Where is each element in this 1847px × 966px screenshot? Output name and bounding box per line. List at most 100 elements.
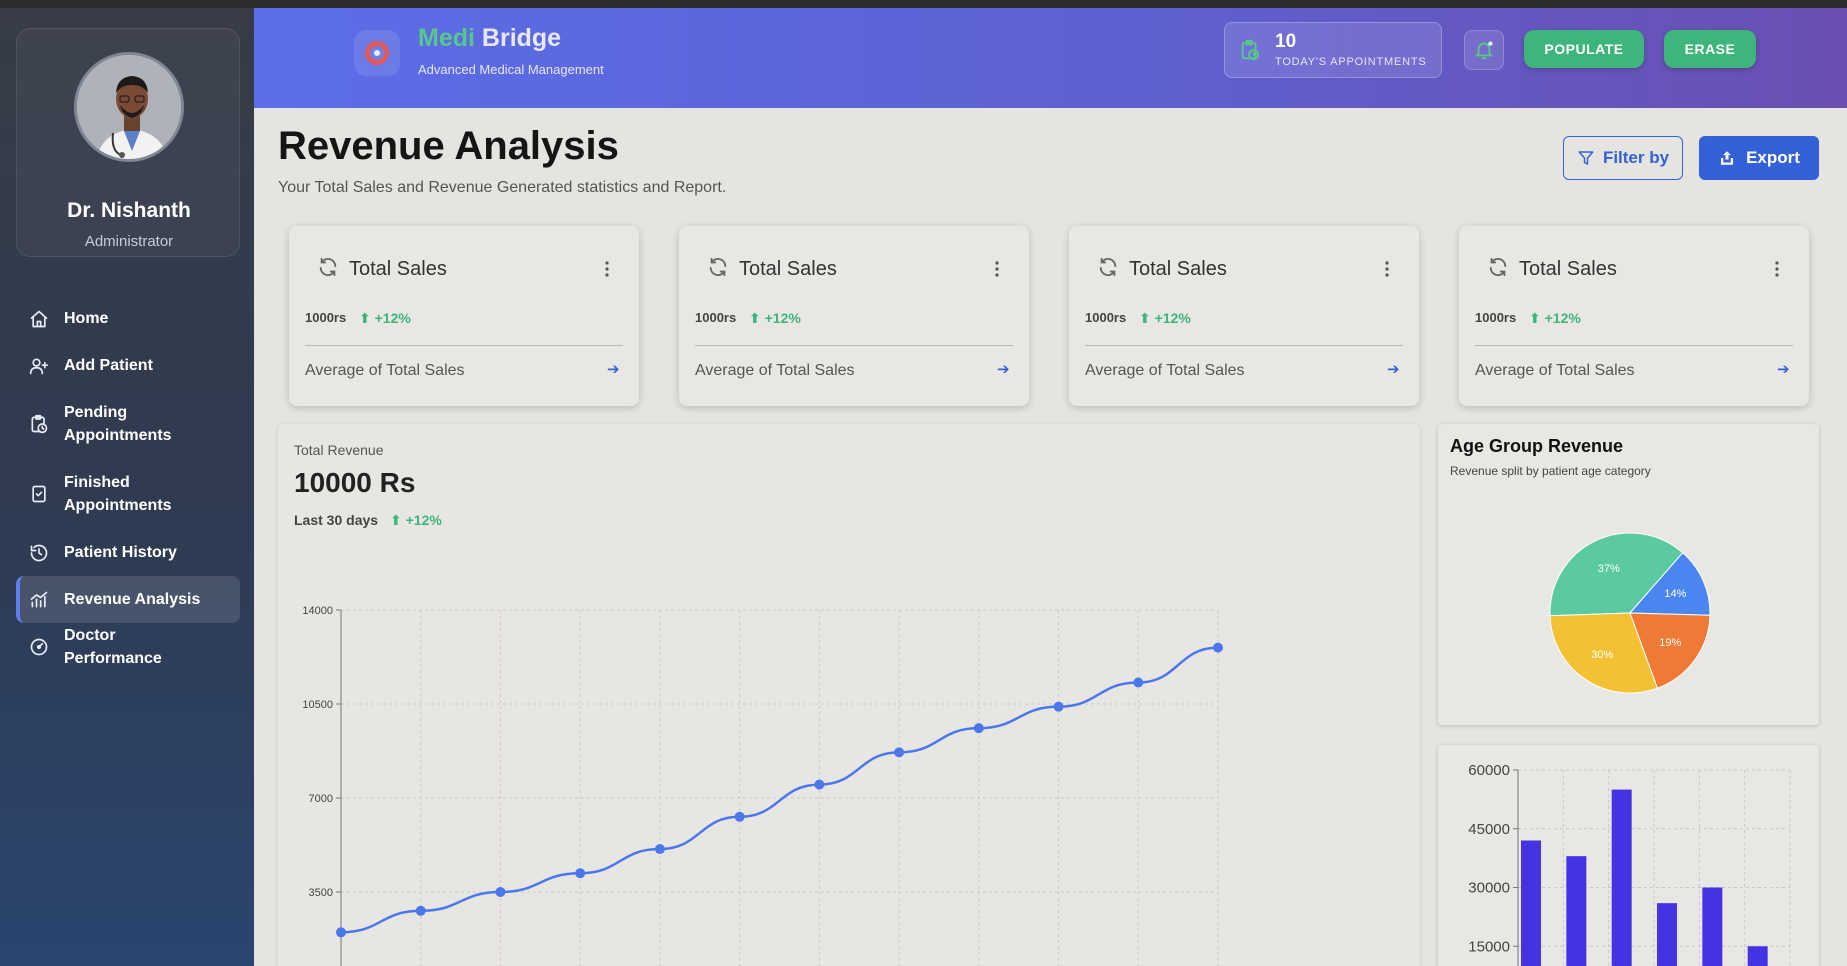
history-icon — [28, 542, 50, 564]
filter-button[interactable]: Filter by — [1563, 136, 1683, 180]
stat-card: Total Sales 1000rs ⬆ +12% Average of Tot… — [679, 226, 1029, 406]
bar[interactable] — [1657, 903, 1677, 966]
pie-slice-label: 30% — [1591, 649, 1613, 661]
data-point[interactable] — [495, 887, 506, 897]
main-content: Revenue Analysis Your Total Sales and Re… — [254, 108, 1847, 966]
export-button-label: Export — [1746, 148, 1800, 167]
card-title: Total Sales — [739, 258, 837, 280]
sidebar-item-label: Patient History — [64, 544, 177, 561]
data-point[interactable] — [973, 723, 984, 734]
upload-icon — [1721, 151, 1734, 165]
notifications-button[interactable] — [1464, 30, 1504, 70]
card-title: Total Sales — [1519, 258, 1617, 280]
arrow-up-icon: ⬆ — [749, 310, 761, 326]
erase-button[interactable]: ERASE — [1664, 30, 1756, 68]
data-point[interactable] — [336, 927, 346, 938]
sidebar-item-finished-appointments[interactable]: Finished Appointments — [16, 459, 240, 529]
y-tick-label: 14000 — [302, 605, 333, 617]
pie-slice-label: 37% — [1598, 563, 1620, 575]
clipboard-clock-icon — [1239, 39, 1261, 66]
logo-icon — [365, 41, 389, 65]
data-point[interactable] — [575, 868, 586, 879]
y-tick-label: 60000 — [1468, 762, 1510, 779]
todays-appointments-badge[interactable]: 10 TODAY'S APPOINTMENTS — [1224, 22, 1442, 78]
data-point[interactable] — [1053, 701, 1064, 712]
bar[interactable] — [1521, 840, 1541, 966]
revenue-series-line — [340, 646, 1219, 934]
sidebar-item-home[interactable]: Home — [16, 295, 240, 342]
filter-button-label: Filter by — [1602, 148, 1670, 167]
more-menu-icon[interactable] — [1774, 260, 1780, 283]
y-tick-label: 45000 — [1468, 821, 1510, 838]
total-revenue-panel: Total Revenue 10000 Rs Last 30 days ⬆ +1… — [278, 424, 1420, 966]
sidebar-item-patient-history[interactable]: Patient History — [16, 529, 240, 576]
age-group-revenue-panel: Age Group Revenue Revenue split by patie… — [1438, 424, 1819, 725]
card-title: Total Sales — [1129, 258, 1227, 280]
sidebar-item-doctor-performance[interactable]: Doctor Performance — [16, 623, 240, 670]
page-title: Revenue Analysis — [278, 124, 619, 168]
data-point[interactable] — [415, 905, 426, 916]
window-top-strip — [0, 0, 1847, 8]
card-footer: Average of Total Sales — [1085, 362, 1245, 379]
card-delta: ⬆ +12% — [359, 310, 411, 326]
card-delta: ⬆ +12% — [749, 310, 801, 326]
y-tick-label: 3500 — [309, 887, 333, 899]
clipboard-check-icon — [28, 483, 50, 505]
bar[interactable] — [1611, 789, 1632, 966]
logo[interactable] — [354, 30, 400, 76]
refresh-icon — [317, 256, 339, 283]
card-footer: Average of Total Sales — [695, 362, 855, 379]
card-title: Total Sales — [349, 258, 447, 280]
sidebar-item-label: Doctor Performance — [64, 626, 162, 667]
pie-slice-label: 14% — [1664, 588, 1686, 600]
pie-slice-label: 19% — [1659, 637, 1681, 649]
data-point[interactable] — [1133, 677, 1144, 688]
arrow-up-icon: ⬆ — [1139, 310, 1151, 326]
top-header: Medi Bridge Advanced Medical Management … — [254, 8, 1847, 108]
sidebar-nav: Home Add Patient Pending Appointments Fi… — [16, 295, 240, 670]
data-point[interactable] — [814, 779, 825, 790]
arrow-right-icon[interactable]: ➔ — [607, 360, 620, 378]
sidebar-item-pending-appointments[interactable]: Pending Appointments — [16, 389, 240, 459]
add-user-icon — [28, 355, 50, 377]
refresh-icon — [1097, 256, 1119, 283]
age-group-pie-chart: 37% 14% 19% 30% — [1549, 532, 1711, 694]
populate-button[interactable]: POPULATE — [1524, 30, 1644, 68]
arrow-right-icon[interactable]: ➔ — [1387, 360, 1400, 378]
data-point[interactable] — [654, 844, 665, 855]
doctor-portrait-icon — [77, 55, 181, 159]
divider — [695, 345, 1013, 346]
brand-tagline: Advanced Medical Management — [418, 62, 604, 77]
data-point[interactable] — [1213, 642, 1223, 653]
divider — [1475, 345, 1793, 346]
bar[interactable] — [1566, 856, 1587, 966]
brand-name: Medi Bridge — [418, 24, 562, 52]
stat-card: Total Sales 1000rs ⬆ +12% Average of Tot… — [1069, 226, 1419, 406]
more-menu-icon[interactable] — [1384, 260, 1390, 283]
more-menu-icon[interactable] — [604, 260, 610, 283]
arrow-right-icon[interactable]: ➔ — [997, 360, 1010, 378]
arrow-right-icon[interactable]: ➔ — [1777, 360, 1790, 378]
y-tick-label: 10500 — [302, 699, 333, 711]
appointments-count: 10 — [1275, 31, 1297, 52]
bell-icon — [1474, 41, 1494, 60]
divider — [1085, 345, 1403, 346]
bar[interactable] — [1702, 887, 1723, 966]
sidebar-item-revenue-analysis[interactable]: Revenue Analysis — [16, 576, 240, 623]
sidebar-item-add-patient[interactable]: Add Patient — [16, 342, 240, 389]
sidebar-item-label: Add Patient — [64, 357, 153, 374]
sidebar: Dr. Nishanth Administrator Home Add Pati… — [0, 8, 254, 966]
card-footer: Average of Total Sales — [1475, 362, 1635, 379]
export-button[interactable]: Export — [1699, 136, 1819, 180]
card-value: 1000rs — [1085, 310, 1127, 325]
gauge-icon — [28, 636, 50, 658]
bar[interactable] — [1747, 946, 1768, 966]
card-value: 1000rs — [695, 310, 737, 325]
filter-icon — [1578, 151, 1594, 165]
more-menu-icon[interactable] — [994, 260, 1000, 283]
chart-icon — [28, 589, 50, 611]
data-point[interactable] — [894, 747, 905, 758]
sidebar-item-label: Home — [64, 310, 109, 327]
data-point[interactable] — [734, 811, 745, 822]
bar-chart-panel: 15000 30000 45000 60000 — [1438, 745, 1819, 966]
